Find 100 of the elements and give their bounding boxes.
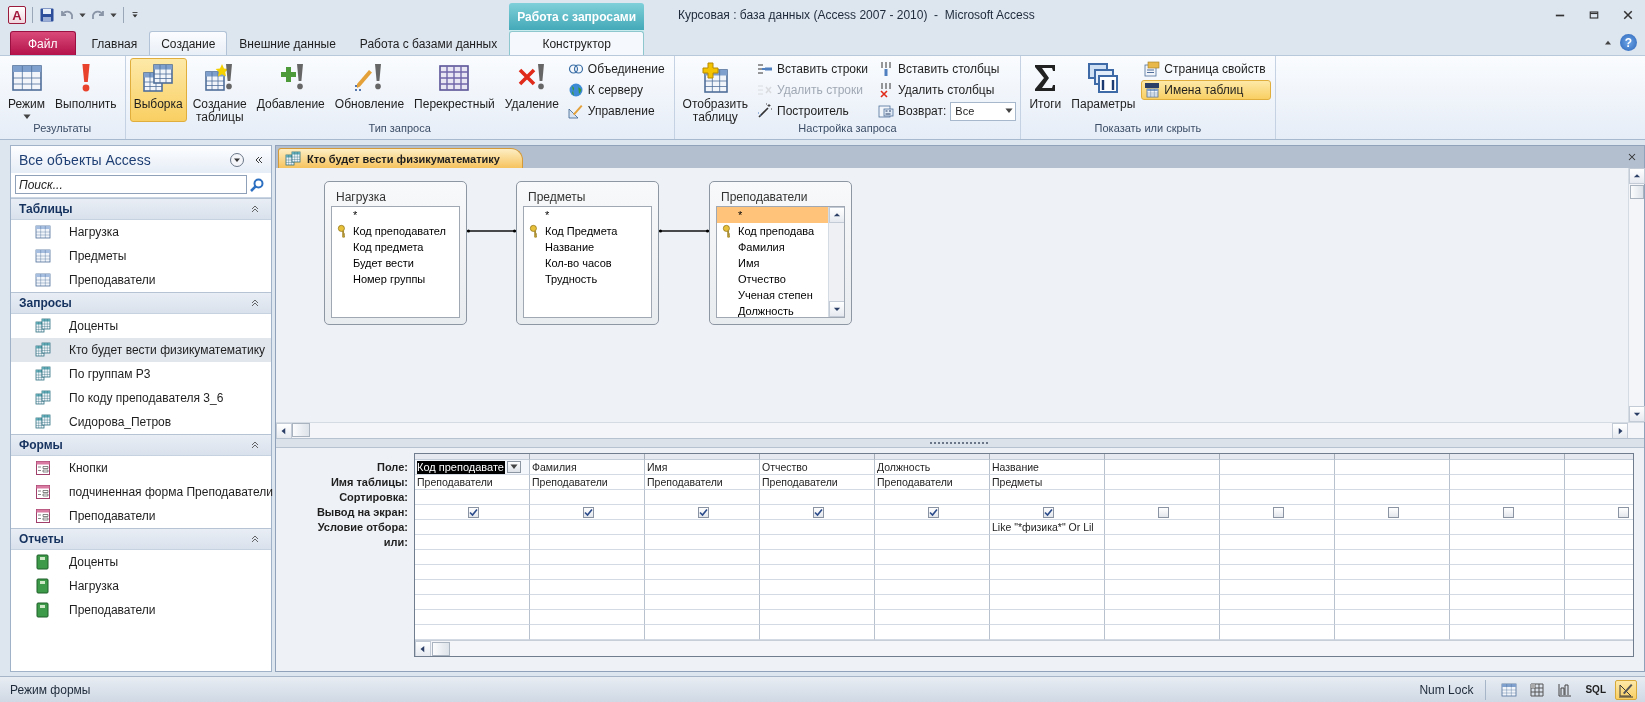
- ribbon-button[interactable]: Обновление: [330, 58, 409, 122]
- nav-section-header[interactable]: Запросы: [11, 292, 271, 314]
- checkbox[interactable]: [1502, 506, 1514, 518]
- grid-cell[interactable]: [1220, 460, 1335, 475]
- view-button[interactable]: SQL: [1582, 679, 1609, 700]
- ribbon-button[interactable]: Страница свойств: [1141, 59, 1271, 79]
- form-icon: [35, 484, 51, 500]
- field-item[interactable]: Имя: [717, 255, 828, 271]
- ribbon-button[interactable]: Отобразить таблицу: [678, 58, 752, 122]
- scroll-left-button[interactable]: [415, 640, 431, 656]
- scrollbar-thumb[interactable]: [1630, 185, 1644, 199]
- ribbon-button[interactable]: Параметры: [1067, 58, 1140, 122]
- query-icon: [35, 342, 51, 358]
- grid-cell[interactable]: Фамилия: [530, 460, 645, 475]
- windows-icon: [1087, 62, 1120, 94]
- search-field[interactable]: Поиск...: [15, 175, 247, 194]
- ribbon-button[interactable]: Удалить столбцы: [875, 80, 1017, 100]
- scrollbar[interactable]: [1628, 168, 1644, 422]
- query-icon: [285, 150, 301, 167]
- ribbon-button[interactable]: Имена таблиц: [1141, 80, 1271, 100]
- field-item[interactable]: Код Предмета: [524, 223, 651, 239]
- field-item[interactable]: Должность: [717, 303, 828, 317]
- scroll-right-button[interactable]: [1612, 422, 1628, 439]
- grid-cell[interactable]: Имя: [645, 460, 760, 475]
- ribbon-button[interactable]: Удаление: [500, 58, 563, 122]
- field-item[interactable]: Фамилия: [717, 239, 828, 255]
- field-item[interactable]: Номер группы: [332, 271, 459, 287]
- field-item[interactable]: *: [717, 207, 828, 223]
- ribbon-button[interactable]: Итоги: [1025, 58, 1066, 122]
- field-item[interactable]: Отчество: [717, 271, 828, 287]
- ribbon-tab[interactable]: Главная: [79, 31, 150, 55]
- ribbon-tab[interactable]: Конструктор: [509, 31, 645, 55]
- ribbon-tab[interactable]: Создание: [149, 31, 228, 55]
- field-item[interactable]: Будет вести: [332, 255, 459, 271]
- field-item[interactable]: Код преподава: [717, 223, 828, 239]
- scrollbar-thumb[interactable]: [292, 422, 310, 437]
- checkbox[interactable]: [1617, 506, 1629, 518]
- caret-icon: [509, 464, 518, 470]
- field-item[interactable]: Название: [524, 239, 651, 255]
- ribbon-button[interactable]: Выполнить: [51, 58, 121, 122]
- grid-cell[interactable]: Должность: [875, 460, 990, 475]
- ribbon-button[interactable]: Выборка: [129, 58, 187, 122]
- checkbox[interactable]: [1387, 506, 1399, 518]
- checkbox[interactable]: [1272, 506, 1284, 518]
- checkbox[interactable]: [1042, 506, 1054, 518]
- ribbon-button[interactable]: Создание таблицы: [188, 58, 251, 122]
- ribbon-button[interactable]: Добавление: [252, 58, 329, 122]
- field-item[interactable]: Ученая степен: [717, 287, 828, 303]
- nav-item[interactable]: Кто будет вести физикуматематику: [11, 338, 271, 362]
- scroll-left-button[interactable]: [276, 422, 292, 439]
- checkbox[interactable]: [582, 506, 594, 518]
- view-button[interactable]: [1615, 679, 1637, 700]
- scroll-down-button[interactable]: [1629, 406, 1645, 422]
- field-item[interactable]: *: [332, 207, 459, 223]
- grid-cell[interactable]: Отчество: [760, 460, 875, 475]
- field-item[interactable]: Кол-во часов: [524, 255, 651, 271]
- checkbox[interactable]: [1157, 506, 1169, 518]
- grid-cell[interactable]: [1335, 460, 1450, 475]
- scroll-down-button[interactable]: [829, 301, 844, 317]
- checkbox[interactable]: [812, 506, 824, 518]
- grid-cell[interactable]: Название: [990, 460, 1105, 475]
- grid-cell[interactable]: Код преподавате: [415, 460, 530, 475]
- field-item[interactable]: Код предмета: [332, 239, 459, 255]
- insert-columns-icon: [878, 61, 894, 77]
- dropdown-field[interactable]: Все: [950, 101, 1017, 121]
- field-item[interactable]: Трудность: [524, 271, 651, 287]
- scroll-up-button[interactable]: [829, 207, 844, 223]
- ribbon-button[interactable]: Перекрестный: [410, 58, 499, 122]
- scrollbar[interactable]: [415, 640, 1633, 656]
- ribbon-button[interactable]: К серверу: [564, 80, 670, 100]
- close-document-button[interactable]: [1626, 151, 1638, 163]
- field-item[interactable]: *: [524, 207, 651, 223]
- checkbox[interactable]: [927, 506, 939, 518]
- ribbon-tab[interactable]: Внешние данные: [227, 31, 348, 55]
- ribbon-button[interactable]: Управление: [564, 101, 670, 121]
- ribbon-button[interactable]: Режим: [4, 58, 49, 122]
- scroll-up-button[interactable]: [1629, 168, 1645, 184]
- grid-cell[interactable]: [1105, 460, 1220, 475]
- dropdown-button[interactable]: [506, 461, 521, 473]
- scrollbar[interactable]: [828, 207, 844, 317]
- ribbon-button[interactable]: Объединение: [564, 59, 670, 79]
- ribbon-button[interactable]: Вставить столбцы: [875, 59, 1017, 79]
- ribbon-tab[interactable]: Файл: [10, 31, 76, 55]
- search-button[interactable]: [249, 176, 265, 193]
- document-tab[interactable]: Кто будет вести физикуматематику: [278, 148, 523, 168]
- nav-section-header[interactable]: Формы: [11, 434, 271, 456]
- ribbon-group: Отобразить таблицу Вставить строки Удалить строки Построитель Вставить столбцы Удалить столбцы Возврат: Все Настройка запроса: [674, 56, 1022, 139]
- nav-section-header[interactable]: Таблицы: [11, 198, 271, 220]
- grid-cell[interactable]: [1450, 460, 1565, 475]
- checkbox[interactable]: [697, 506, 709, 518]
- pane-menu-button[interactable]: [229, 151, 245, 168]
- checkbox[interactable]: [467, 506, 479, 518]
- ribbon-button[interactable]: Вставить строки: [754, 59, 873, 79]
- field-item[interactable]: Код преподавател: [332, 223, 459, 239]
- ribbon-button[interactable]: Построитель: [754, 101, 873, 121]
- nav-section-header[interactable]: Отчеты: [11, 528, 271, 550]
- splitter-handle[interactable]: [276, 438, 1644, 448]
- scrollbar-thumb[interactable]: [432, 641, 450, 656]
- ribbon-tab[interactable]: Работа с базами данных: [347, 31, 510, 55]
- scrollbar[interactable]: [276, 422, 1644, 438]
